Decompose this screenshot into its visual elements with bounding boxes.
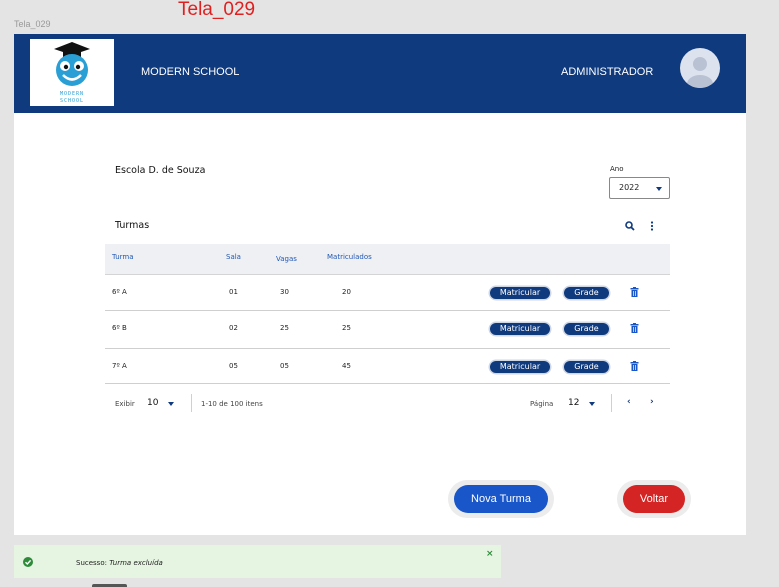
frame-label: Tela_029 xyxy=(14,19,51,29)
pagination-bar: Exibir 10 1-10 de 100 itens Página 12 ‹ … xyxy=(105,386,670,418)
search-icon[interactable] xyxy=(625,221,635,231)
grade-button[interactable]: Grade xyxy=(564,323,609,335)
divider xyxy=(611,394,612,412)
enroll-button[interactable]: Matricular xyxy=(490,287,550,299)
enroll-button[interactable]: Matricular xyxy=(490,361,550,373)
enroll-button[interactable]: Matricular xyxy=(490,323,550,335)
cell-vagas: 30 xyxy=(280,288,289,296)
user-role[interactable]: ADMINISTRADOR xyxy=(561,66,653,78)
cell-sala: 05 xyxy=(229,362,238,370)
year-select[interactable]: 2022 xyxy=(609,177,670,199)
toast-detail: Turma excluída xyxy=(109,559,163,567)
cell-sala: 01 xyxy=(229,288,238,296)
top-header: MODERN SCHOOL MODERN SCHOOL ADMINISTRADO… xyxy=(14,34,746,113)
items-range: 1-10 de 100 itens xyxy=(201,400,263,408)
year-value: 2022 xyxy=(619,183,640,192)
app-screen: MODERN SCHOOL MODERN SCHOOL ADMINISTRADO… xyxy=(14,34,746,535)
cell-matriculados: 45 xyxy=(342,362,351,370)
cell-vagas: 05 xyxy=(280,362,289,370)
column-header-matriculados[interactable]: Matriculados xyxy=(327,253,372,261)
user-avatar-icon xyxy=(687,57,713,88)
cell-matriculados: 25 xyxy=(342,324,351,332)
cell-turma: 6º A xyxy=(112,288,127,296)
page-select[interactable]: 12 xyxy=(568,398,579,408)
close-icon[interactable]: × xyxy=(486,549,494,559)
column-header-sala[interactable]: Sala xyxy=(226,253,241,261)
cell-vagas: 25 xyxy=(280,324,289,332)
table-row: 7º A 05 05 45 Matricular Grade xyxy=(105,348,670,384)
back-button[interactable]: Voltar xyxy=(623,485,685,513)
page-size-select[interactable]: 10 xyxy=(147,398,158,408)
grade-button[interactable]: Grade xyxy=(564,287,609,299)
table-row: 6º B 02 25 25 Matricular Grade xyxy=(105,311,670,347)
cell-matriculados: 20 xyxy=(342,288,351,296)
year-label: Ano xyxy=(610,165,624,173)
success-toast: Sucesso: Turma excluída × xyxy=(14,545,501,578)
page-label: Página xyxy=(530,400,554,408)
chevron-left-icon[interactable]: ‹ xyxy=(627,397,631,407)
school-logo[interactable]: MODERN SCHOOL xyxy=(30,39,114,106)
column-header-turma[interactable]: Turma xyxy=(112,253,134,261)
cell-turma: 6º B xyxy=(112,324,127,332)
frame-title: Tela_029 xyxy=(178,0,256,20)
trash-icon[interactable] xyxy=(630,287,639,297)
logo-text-modern: MODERN xyxy=(59,91,85,97)
table-header: Turma Sala Vagas Matriculados xyxy=(105,244,670,275)
cell-turma: 7º A xyxy=(112,362,127,370)
school-label: Escola D. de Souza xyxy=(115,165,206,176)
logo-text-school: SCHOOL xyxy=(59,98,85,104)
trash-icon[interactable] xyxy=(630,361,639,371)
cell-sala: 02 xyxy=(229,324,238,332)
chevron-down-icon xyxy=(656,187,662,191)
graduation-mascot-icon xyxy=(54,42,90,86)
chevron-right-icon[interactable]: › xyxy=(650,397,654,407)
grade-button[interactable]: Grade xyxy=(564,361,609,373)
new-class-button[interactable]: Nova Turma xyxy=(454,485,548,513)
toast-message: Sucesso: Turma excluída xyxy=(76,559,163,567)
check-circle-icon xyxy=(23,557,33,567)
more-vertical-icon[interactable] xyxy=(650,221,654,231)
chevron-down-icon[interactable] xyxy=(589,402,595,406)
avatar[interactable] xyxy=(680,48,720,88)
chevron-down-icon[interactable] xyxy=(168,402,174,406)
app-name: MODERN SCHOOL xyxy=(141,66,240,78)
trash-icon[interactable] xyxy=(630,323,639,333)
toast-prefix: Sucesso: xyxy=(76,559,107,567)
column-header-vagas[interactable]: Vagas xyxy=(276,255,297,263)
table-row: 6º A 01 30 20 Matricular Grade xyxy=(105,275,670,311)
divider xyxy=(191,394,192,412)
page-size-label: Exibir xyxy=(115,400,135,408)
section-title: Turmas xyxy=(115,220,150,231)
